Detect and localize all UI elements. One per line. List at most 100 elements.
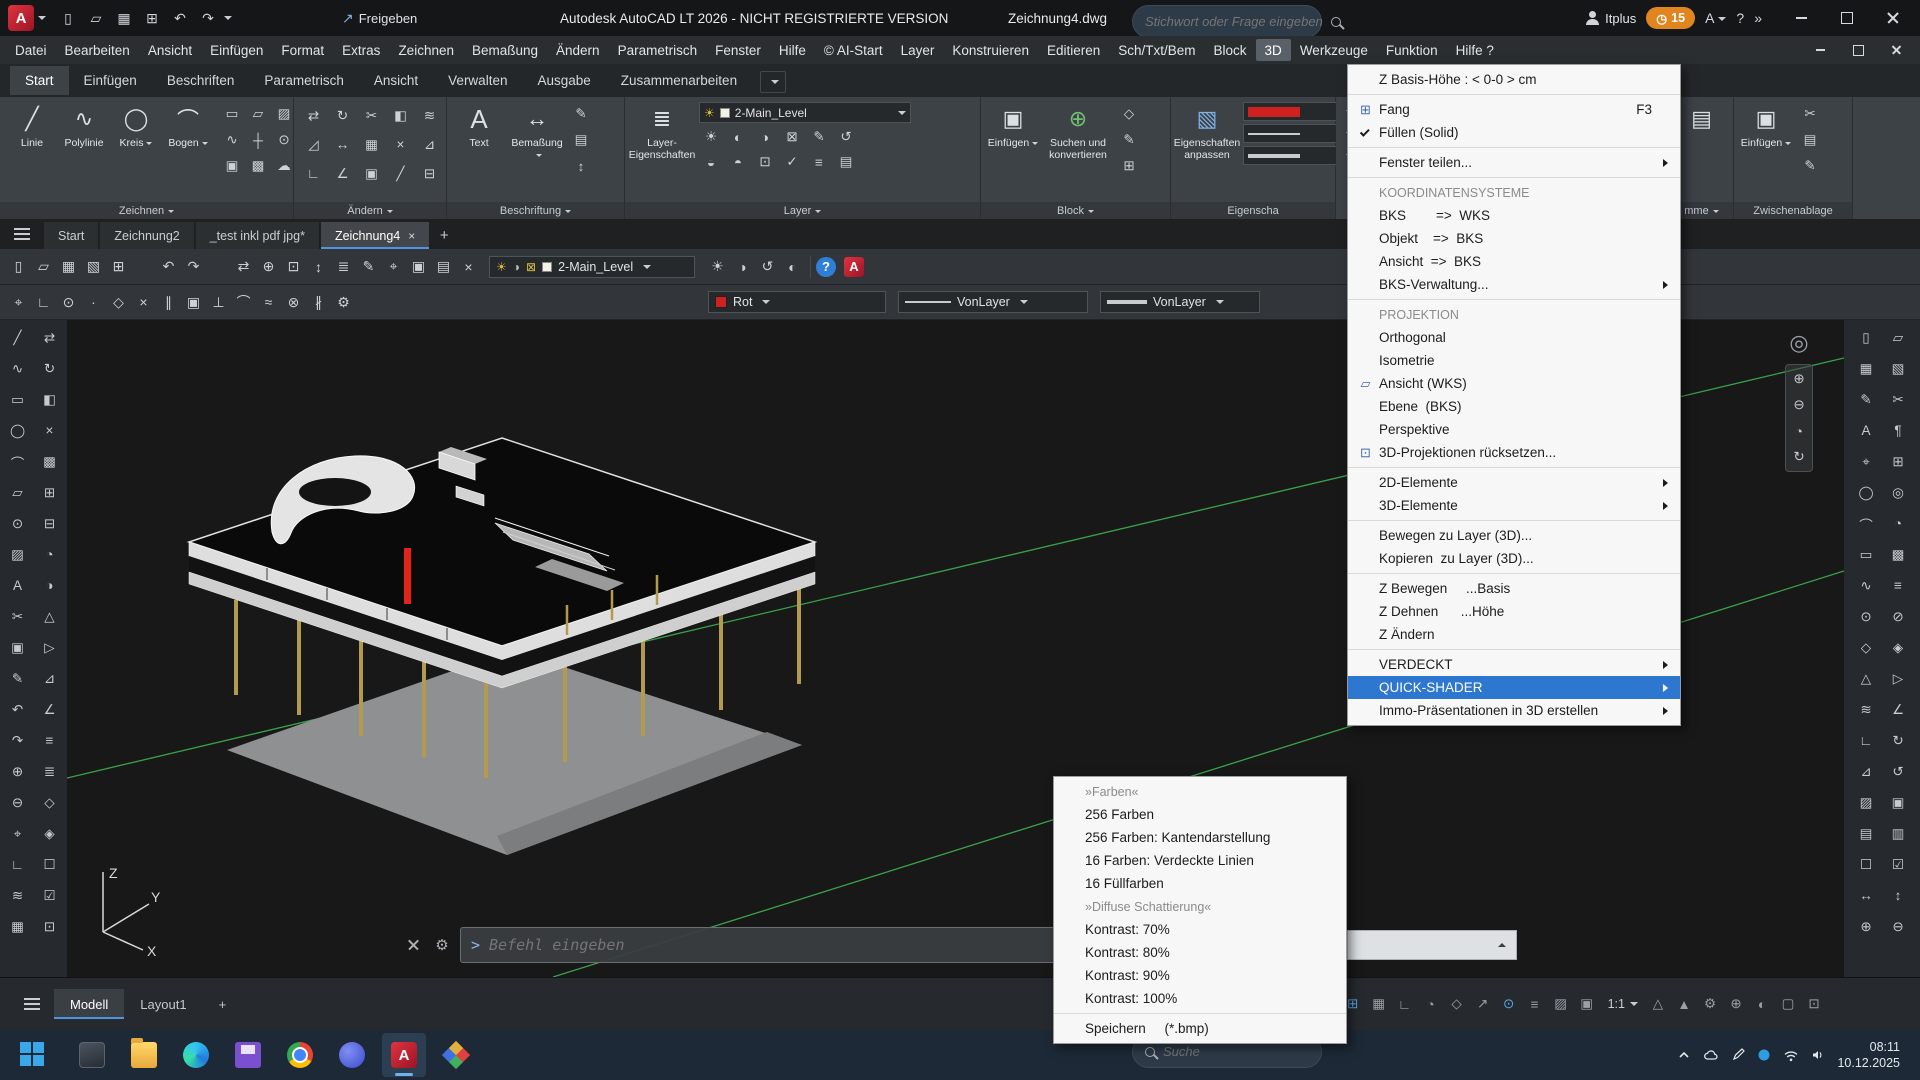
onedrive-icon[interactable] [1703,1048,1719,1062]
layer-match-icon[interactable]: ✎ [807,126,831,148]
menu-item[interactable]: 2D-Elemente [1348,471,1680,494]
table-icon[interactable]: ▤ [569,128,593,152]
ribbon-tab[interactable]: Ansicht [359,66,433,95]
spline-tool-icon[interactable]: ∿ [220,128,244,152]
snap-nearest-icon[interactable]: ≈ [256,290,281,315]
edit-icon[interactable]: ✎ [7,668,28,689]
polar-status-icon[interactable]: ◔ [1419,992,1443,1016]
draw-point-icon[interactable]: ⊙ [7,513,28,534]
list-icon[interactable]: ≡ [1888,575,1909,596]
plot2-icon[interactable]: ⊞ [1888,451,1909,472]
draw-arc-icon[interactable]: ⌒ [7,451,28,472]
menu-item[interactable]: Z Basis-Höhe : < 0-0 > cm [1348,68,1680,91]
zoomin2-icon[interactable]: ⊕ [1856,916,1877,937]
menubar-item[interactable]: Hilfe [770,39,815,61]
zoom-out-nav-icon[interactable]: ⊖ [1788,394,1810,416]
snap-node-icon[interactable]: · [81,290,106,315]
itplus-brand-icon[interactable]: A [844,257,864,277]
region-icon[interactable]: ⊡ [39,916,60,937]
layer-freeze-icon[interactable]: ◑ [753,126,777,148]
rectangle-tool-icon[interactable]: ▭ [220,102,244,126]
zoom-in-nav-icon[interactable]: ⊕ [1788,368,1810,390]
sheet-icon[interactable]: ▯ [1856,327,1877,348]
block-lib-icon[interactable]: ◈ [39,823,60,844]
polar2-icon[interactable]: ◔ [1888,513,1909,534]
chevron-down-icon[interactable] [1020,300,1028,308]
stretch-icon[interactable]: ↔ [329,131,356,158]
hatch-icon[interactable]: ▨ [7,544,28,565]
dim-linear-icon[interactable]: ↕ [569,154,593,178]
menu-item[interactable]: Objekt => BKS [1348,227,1680,250]
block2-icon[interactable]: ▣ [1888,792,1909,813]
new-layout-button[interactable]: + [203,989,243,1019]
menubar-item[interactable]: Zeichnen [389,39,463,61]
menubar-item[interactable]: Fenster [706,39,770,61]
chamfer-icon[interactable]: ∠ [329,160,356,187]
gem-icon[interactable]: ◈ [1888,637,1909,658]
suchen-konvertieren-button[interactable]: ⊕ Suchen und konvertieren [1045,102,1111,161]
offset-icon[interactable]: ≋ [416,102,443,129]
explode-icon[interactable]: ⊿ [416,131,443,158]
snap-extension-icon[interactable]: ∥ [156,290,181,315]
panel-label-zwischenablage[interactable]: Zwischenablage [1734,202,1852,219]
cut-clip-icon[interactable]: ✂ [1798,102,1822,126]
polar-icon[interactable]: ◔ [39,544,60,565]
tab-test-pdf[interactable]: _test inkl pdf jpg* [196,222,319,249]
para-icon[interactable]: ▱ [1888,327,1909,348]
bemassung-button[interactable]: ↔ Bemaßung [511,102,563,161]
isodraft-status-icon[interactable]: ◇ [1445,992,1469,1016]
rotate-icon[interactable]: ↻ [329,102,356,129]
undo-arrow-icon[interactable]: ↶ [156,254,181,279]
zoom-out-icon[interactable]: ⊖ [7,792,28,813]
redo-icon[interactable]: ↷ [196,6,220,30]
ribbon-tab[interactable]: Parametrisch [249,66,359,95]
browser-tray-icon[interactable] [1757,1048,1771,1062]
layer-unisolate-icon[interactable]: ◒ [699,151,723,173]
scissors-icon[interactable]: ✂ [1888,389,1909,410]
menu-item[interactable]: Füllen (Solid) [1348,121,1680,144]
copy-clip-icon[interactable]: ▤ [1798,128,1822,152]
ribbon-layer-combo[interactable]: ☀ 2-Main_Level [699,102,911,123]
redo2-icon[interactable]: ↻ [1888,730,1909,751]
help-search-input[interactable] [1145,14,1323,29]
color-combo[interactable]: Rot [708,291,886,313]
arc-tool[interactable]: ⌒ Bogen [162,102,214,149]
paste-icon[interactable]: ▤ [431,254,456,279]
menubar-item[interactable]: Konstruieren [943,39,1038,61]
panel-label-layer[interactable]: Layer [625,202,980,219]
new-file-icon[interactable]: ▯ [56,6,80,30]
osnap-status-icon[interactable]: ⊙ [1497,992,1521,1016]
undo-icon[interactable]: ↶ [7,699,28,720]
rows-icon[interactable]: ▥ [1888,823,1909,844]
zoom-realtime-icon[interactable]: ⊕ [256,254,281,279]
xline-tool-icon[interactable]: ┼ [246,128,270,152]
triangle-icon[interactable]: △ [39,606,60,627]
ribbon-tab[interactable]: Einfügen [69,66,152,95]
matchprop-icon[interactable]: ✎ [356,254,381,279]
menubar-item[interactable]: Layer [892,39,944,61]
fillet-icon[interactable]: ∟ [300,160,327,187]
layer-states-icon[interactable]: ▤ [834,151,858,173]
transparency-status-icon[interactable]: ▨ [1549,992,1573,1016]
help-button[interactable]: ? [1736,10,1744,26]
chevron-down-icon[interactable] [762,300,770,308]
triangle2-icon[interactable]: △ [1856,668,1877,689]
copy-icon[interactable]: ▣ [406,254,431,279]
tab-start[interactable]: Start [44,222,98,249]
disk-app[interactable] [226,1033,270,1077]
autoscale-icon[interactable]: ▲ [1672,992,1696,1016]
qnew-icon[interactable]: ▯ [6,254,31,279]
menubar-item[interactable]: Ändern [547,39,609,61]
panel-label-beschriftung[interactable]: Beschriftung [447,202,624,219]
submenu-item[interactable]: Kontrast: 70% [1054,918,1346,941]
menubar-item[interactable]: Sch/Txt/Bem [1109,39,1204,61]
mirror-icon[interactable]: ◧ [387,102,414,129]
ribbon-tab[interactable]: Start [10,66,69,95]
layer-prev-icon[interactable]: ↺ [834,126,858,148]
layer-on-icon[interactable]: ☀ [705,254,730,279]
menu-item[interactable]: VERDECKT [1348,653,1680,676]
draw-line-icon[interactable]: ╱ [7,327,28,348]
menu-item[interactable]: Fenster teilen... [1348,151,1680,174]
ribbon-tab[interactable]: Zusammenarbeiten [606,66,752,95]
layer-combo[interactable]: ☀ ◑ ⊠ 2-Main_Level [489,256,695,278]
